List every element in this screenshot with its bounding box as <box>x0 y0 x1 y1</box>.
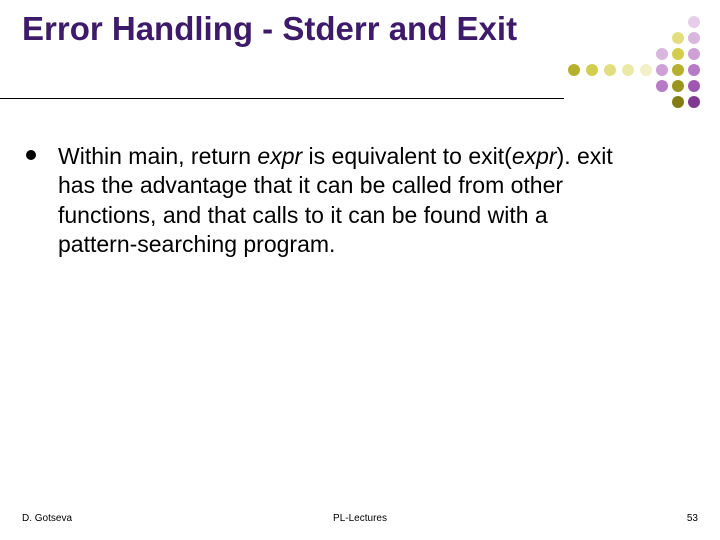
deco-dot <box>688 64 700 76</box>
deco-dot <box>604 64 616 76</box>
deco-dot <box>672 48 684 60</box>
slide-number: 53 <box>687 513 698 524</box>
footer-author: D. Gotseva <box>22 513 72 524</box>
deco-dot <box>656 80 668 92</box>
deco-dot <box>656 64 668 76</box>
body-expr-1: expr <box>257 143 302 169</box>
footer-title: PL-Lectures <box>333 513 387 524</box>
body-seg-1: Within main, return <box>58 143 257 169</box>
deco-dot <box>656 48 668 60</box>
bullet-icon <box>26 150 36 160</box>
body-paragraph: Within main, return expr is equivalent t… <box>58 142 628 260</box>
body-expr-2: expr <box>512 143 557 169</box>
deco-dot <box>672 64 684 76</box>
deco-dot <box>688 96 700 108</box>
title-underline <box>0 98 564 99</box>
deco-dot <box>586 64 598 76</box>
deco-dot <box>688 32 700 44</box>
deco-dot <box>688 80 700 92</box>
decorative-dot-grid <box>568 14 710 114</box>
deco-dot <box>568 64 580 76</box>
deco-dot <box>688 16 700 28</box>
deco-dot <box>672 32 684 44</box>
deco-dot <box>688 48 700 60</box>
slide-title: Error Handling - Stderr and Exit <box>22 10 517 49</box>
deco-dot <box>672 96 684 108</box>
deco-dot <box>622 64 634 76</box>
deco-dot <box>672 80 684 92</box>
body-seg-2: is equivalent to exit( <box>302 143 512 169</box>
deco-dot <box>640 64 652 76</box>
